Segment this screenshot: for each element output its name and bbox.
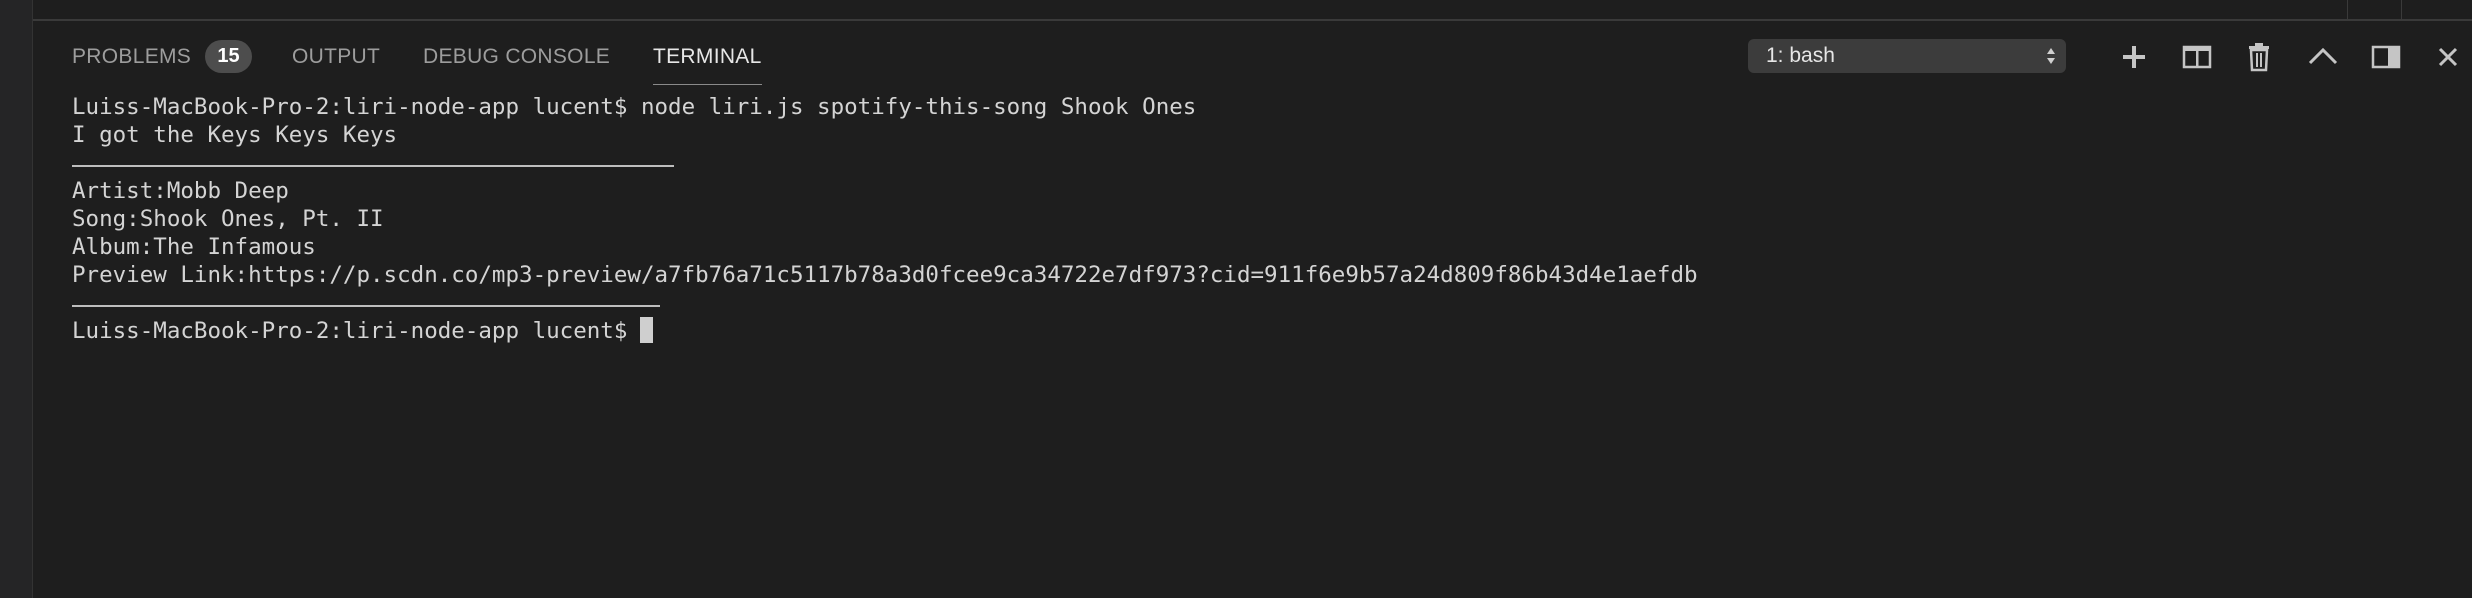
kill-terminal-button[interactable] xyxy=(2241,39,2277,75)
close-icon xyxy=(2438,47,2458,67)
editor-divider xyxy=(2347,0,2348,19)
terminal-prompt-line: Luiss-MacBook-Pro-2:liri-node-app lucent… xyxy=(72,317,2452,345)
panel-tab-bar: PROBLEMS 15 OUTPUT DEBUG CONSOLE TERMINA… xyxy=(33,21,2472,91)
terminal-select[interactable]: 1: bash xyxy=(1748,39,2066,73)
close-panel-button[interactable] xyxy=(2430,39,2466,75)
tab-debug-console[interactable]: DEBUG CONSOLE xyxy=(423,43,610,71)
toggle-panel-position-button[interactable] xyxy=(2368,39,2404,75)
toggle-panel-icon xyxy=(2371,45,2401,69)
new-terminal-button[interactable] xyxy=(2116,39,2152,75)
tab-terminal[interactable]: TERMINAL xyxy=(653,43,762,85)
split-terminal-button[interactable] xyxy=(2179,39,2215,75)
editor-area-edge xyxy=(33,0,2472,21)
terminal-line: Album:The Infamous xyxy=(72,234,316,260)
editor-divider xyxy=(2401,0,2402,19)
maximize-panel-button[interactable] xyxy=(2305,39,2341,75)
tab-problems[interactable]: PROBLEMS xyxy=(72,43,191,71)
terminal-line: Artist:Mobb Deep xyxy=(72,178,289,204)
terminal-cursor xyxy=(640,317,654,343)
terminal-prompt: Luiss-MacBook-Pro-2:liri-node-app lucent… xyxy=(72,318,628,344)
trash-icon xyxy=(2249,43,2269,72)
terminal-select-value: 1: bash xyxy=(1766,44,1835,67)
chevron-up-icon xyxy=(2308,47,2338,65)
terminal-separator xyxy=(72,289,2452,317)
terminal-line: Song:Shook Ones, Pt. II xyxy=(72,206,384,232)
plus-icon xyxy=(2123,46,2145,68)
tab-output[interactable]: OUTPUT xyxy=(292,43,380,71)
bottom-panel: PROBLEMS 15 OUTPUT DEBUG CONSOLE TERMINA… xyxy=(33,21,2472,598)
activity-bar-edge xyxy=(0,0,33,598)
select-arrows-icon xyxy=(2047,48,2055,64)
split-terminal-icon xyxy=(2182,45,2212,69)
terminal-line: I got the Keys Keys Keys xyxy=(72,122,398,148)
problems-count-badge: 15 xyxy=(205,40,252,73)
terminal-separator xyxy=(72,149,2452,177)
terminal-line: Preview Link:https://p.scdn.co/mp3-previ… xyxy=(72,262,1698,288)
terminal-output[interactable]: Luiss-MacBook-Pro-2:liri-node-app lucent… xyxy=(72,93,2452,573)
terminal-line: Luiss-MacBook-Pro-2:liri-node-app lucent… xyxy=(72,94,1197,120)
